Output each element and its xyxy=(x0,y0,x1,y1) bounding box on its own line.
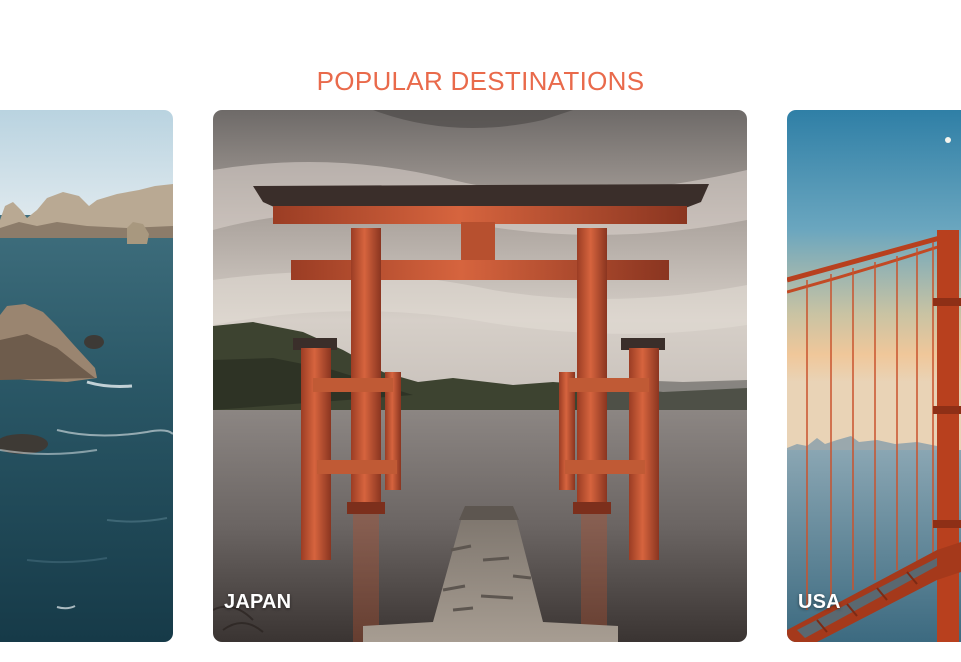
destination-label: USA xyxy=(798,591,841,613)
torii-gate-photo xyxy=(213,110,747,642)
destination-card-coast[interactable] xyxy=(0,110,173,642)
golden-gate-bridge-photo xyxy=(787,110,961,642)
destination-card-japan[interactable]: JAPAN xyxy=(213,110,747,642)
destinations-page: POPULAR DESTINATIONS JAPAN USA xyxy=(0,0,961,662)
section-title: POPULAR DESTINATIONS xyxy=(316,65,645,96)
coastal-cliffs-image xyxy=(0,110,173,642)
destination-card-usa[interactable]: USA xyxy=(787,110,961,642)
destination-label: JAPAN xyxy=(224,591,292,613)
